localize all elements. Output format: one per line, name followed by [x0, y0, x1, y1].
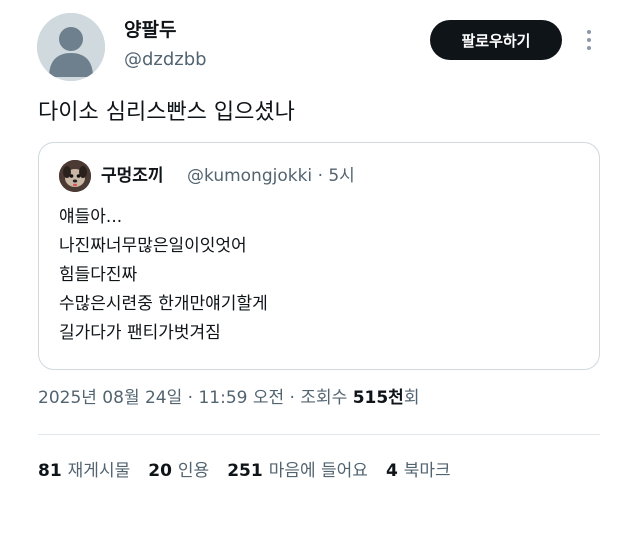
stat-label: 북마크 [403, 461, 451, 481]
stat-likes[interactable]: 251 마음에 들어요 [227, 459, 368, 483]
engagement-stats: 81 재게시물 20 인용 251 마음에 들어요 4 북마크 [38, 459, 451, 483]
quote-line: 힘들다진짜 [59, 265, 138, 285]
stat-reposts[interactable]: 81 재게시물 [38, 459, 130, 483]
quote-author-name[interactable]: 구멍조끼 [101, 164, 164, 188]
tweet-timestamp[interactable]: 2025년 08월 24일 · 11:59 오전 · 조회수 [38, 388, 353, 408]
stat-label: 인용 [177, 461, 210, 481]
more-dot [587, 46, 591, 50]
stat-count: 20 [148, 461, 172, 481]
divider [38, 434, 600, 435]
author-handle[interactable]: @dzdzbb [124, 48, 207, 72]
stat-count: 4 [385, 461, 398, 481]
quote-line: 수많은시련중 한개만얘기할게 [59, 294, 268, 314]
quote-line: 나진짜너무많은일이잇엇어 [59, 236, 247, 256]
default-person-icon [37, 13, 105, 81]
tweet-meta: 2025년 08월 24일 · 11:59 오전 · 조회수 515천회 [38, 386, 419, 410]
quote-line: 길가다가 팬티가벗겨짐 [59, 323, 221, 343]
more-dot [587, 38, 591, 42]
author-display-name[interactable]: 양팔두 [124, 18, 176, 42]
stat-label: 마음에 들어요 [268, 461, 368, 481]
view-count: 515천 [352, 388, 404, 408]
tweet: 양팔두 @dzdzbb 팔로우하기 다이소 심리스빤스 입으셨나 구멍조끼 @k… [0, 0, 640, 547]
stat-label: 재게시물 [67, 461, 131, 481]
quote-author-avatar[interactable] [59, 160, 91, 192]
follow-button[interactable]: 팔로우하기 [430, 20, 562, 60]
tweet-text: 다이소 심리스빤스 입으셨나 [38, 100, 295, 125]
stat-count: 251 [227, 461, 263, 481]
more-vertical-icon[interactable] [578, 26, 600, 54]
view-suffix: 회 [403, 388, 420, 408]
quote-text: 얘들아... 나진짜너무많은일이잇엇어 힘들다진짜 수많은시련중 한개만얘기할게… [59, 203, 268, 348]
quote-line: 얘들아... [59, 207, 123, 227]
stat-bookmarks[interactable]: 4 북마크 [386, 459, 451, 483]
more-dot [587, 30, 591, 34]
stat-quotes[interactable]: 20 인용 [148, 459, 209, 483]
quote-author-handle-time[interactable]: @kumongjokki · 5시 [187, 164, 355, 188]
stat-count: 81 [38, 461, 62, 481]
dog-avatar-icon [59, 160, 91, 192]
quote-tweet-card[interactable]: 구멍조끼 @kumongjokki · 5시 얘들아... 나진짜너무많은일이잇… [38, 142, 600, 370]
author-avatar[interactable] [37, 13, 105, 81]
